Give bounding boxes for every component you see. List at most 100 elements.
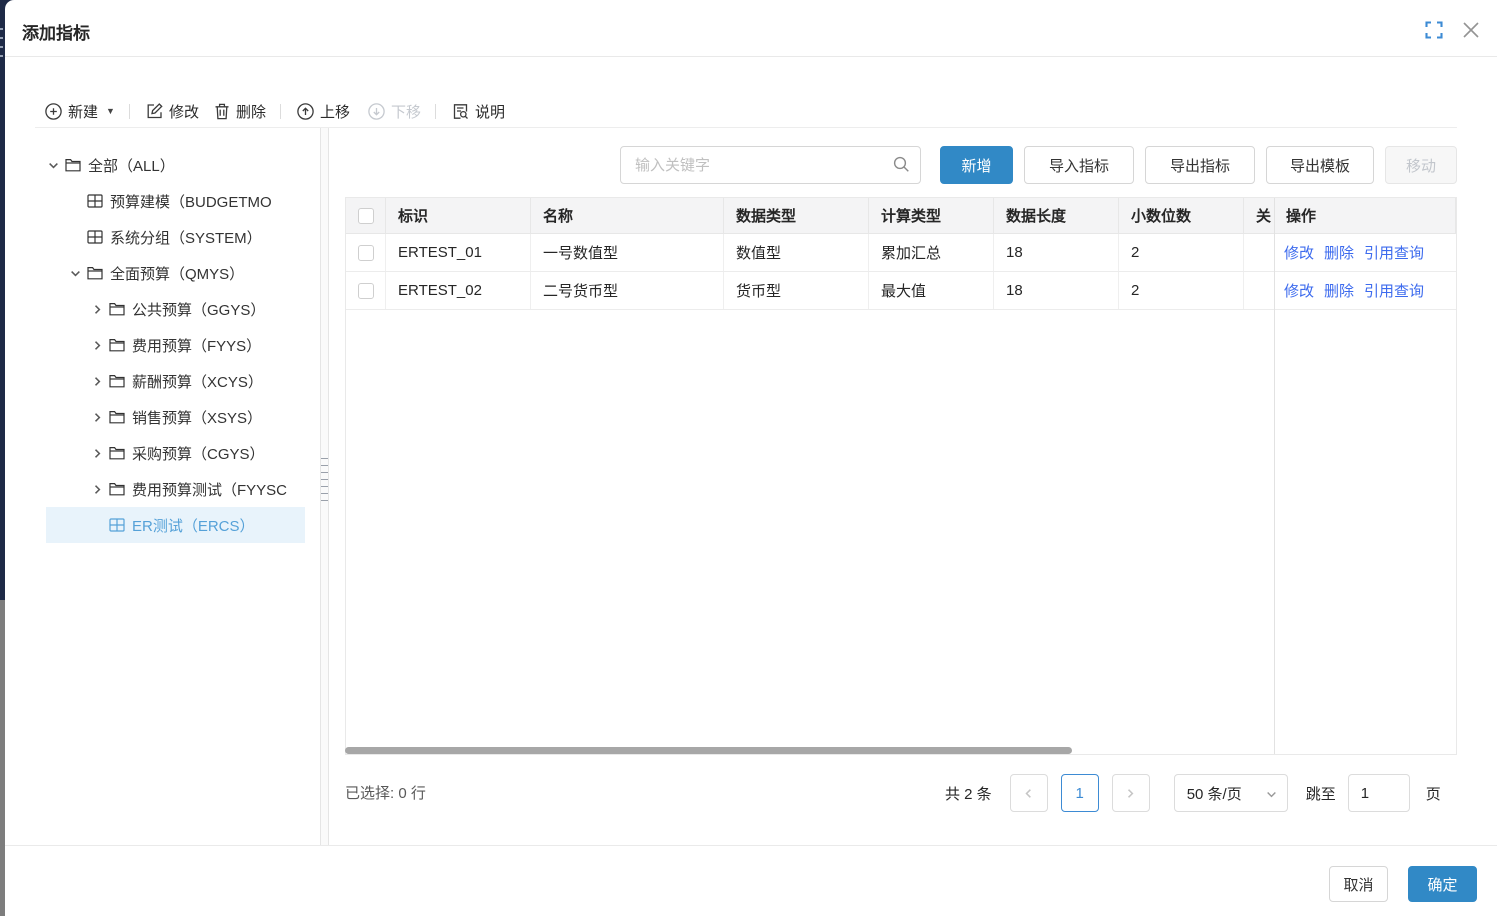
backdrop-menu-line [0, 55, 3, 57]
folder-icon [109, 374, 127, 388]
pagination: 共 2 条 1 50 条/页 跳至 页 [945, 774, 1441, 812]
modify-link[interactable]: 修改 [1284, 280, 1314, 301]
tree-item-label: 薪酬预算（XCYS） [132, 371, 263, 392]
tree-item-xcys[interactable]: 薪酬预算（XCYS） [35, 363, 319, 399]
tree-item-budgetmodel[interactable]: 预算建模（BUDGETMO [35, 183, 319, 219]
jump-to-page-input[interactable] [1348, 774, 1410, 812]
horizontal-scrollbar[interactable] [345, 747, 1072, 754]
backdrop-menu-line [0, 37, 3, 39]
resizer-grip-icon [321, 458, 328, 501]
modify-button[interactable]: 修改 [146, 101, 199, 122]
table-row[interactable]: ERTEST_02 二号货币型 货币型 最大值 18 2 修改 删除 引用查询 [346, 272, 1456, 310]
cell-calc-type: 最大值 [869, 272, 994, 309]
doc-search-icon [452, 103, 469, 120]
tree-item-label: 采购预算（CGYS） [132, 443, 265, 464]
table-row[interactable]: ERTEST_01 一号数值型 数值型 累加汇总 18 2 修改 删除 引用查询 [346, 234, 1456, 272]
page-size-select[interactable]: 50 条/页 [1174, 774, 1288, 812]
jump-to-label: 跳至 [1306, 783, 1336, 804]
col-header-assoc-clipped: 关 [1244, 198, 1274, 234]
tree-item-label: 费用预算（FYYS） [132, 335, 261, 356]
tree-item-label: ER测试（ERCS） [132, 515, 255, 536]
cell-data-type: 货币型 [724, 272, 869, 309]
grid-icon [87, 194, 105, 208]
search-input[interactable] [620, 146, 921, 184]
chevron-down-icon: ▼ [106, 106, 115, 116]
tree-item-ggys[interactable]: 公共预算（GGYS） [35, 291, 319, 327]
new-button[interactable]: 新建 ▼ [45, 101, 115, 122]
cell-decimals: 2 [1119, 234, 1244, 271]
cell-name: 二号货币型 [531, 272, 724, 309]
chevron-right-icon[interactable] [92, 304, 109, 315]
tree-item-all[interactable]: 全部（ALL） [35, 147, 319, 183]
col-header-calc-type: 计算类型 [869, 198, 994, 234]
chevron-right-icon[interactable] [92, 376, 109, 387]
import-indicator-button[interactable]: 导入指标 [1024, 146, 1134, 184]
chevron-down-icon[interactable] [70, 268, 87, 279]
folder-icon [109, 338, 127, 352]
pane-resizer[interactable] [320, 128, 329, 845]
cancel-button[interactable]: 取消 [1329, 866, 1388, 902]
move-down-button[interactable]: 下移 [368, 101, 421, 122]
chevron-right-icon[interactable] [92, 340, 109, 351]
fixed-column-divider [1274, 198, 1275, 754]
add-button[interactable]: 新增 [940, 146, 1013, 184]
tree-item-label: 销售预算（XSYS） [132, 407, 262, 428]
move-up-button[interactable]: 上移 [297, 101, 350, 122]
export-indicator-button[interactable]: 导出指标 [1145, 146, 1255, 184]
confirm-button[interactable]: 确定 [1408, 866, 1477, 902]
next-page-button[interactable] [1112, 774, 1150, 812]
group-tree: 全部（ALL） 预算建模（BUDGETMO 系统分组（SYSTEM） 全面预算（… [35, 147, 319, 543]
fullscreen-icon[interactable] [1424, 20, 1444, 40]
tree-item-fyysc[interactable]: 费用预算测试（FYYSC [35, 471, 319, 507]
toolbar-separator [435, 104, 436, 119]
delete-button[interactable]: 删除 [214, 101, 266, 122]
col-header-ops: 操作 [1274, 198, 1456, 234]
circle-arrow-down-icon [368, 103, 385, 120]
delete-link[interactable]: 删除 [1324, 242, 1354, 263]
chevron-down-icon [1266, 789, 1277, 800]
indicator-table: 标识 名称 数据类型 计算类型 数据长度 小数位数 关 操作 ERTEST_01… [345, 197, 1457, 755]
toolbar-separator [280, 104, 281, 119]
page-1-button[interactable]: 1 [1061, 774, 1099, 812]
chevron-right-icon[interactable] [92, 484, 109, 495]
tree-item-fyys[interactable]: 费用预算（FYYS） [35, 327, 319, 363]
move-up-button-label: 上移 [320, 101, 350, 122]
modify-button-label: 修改 [169, 101, 199, 122]
ref-query-link[interactable]: 引用查询 [1364, 280, 1424, 301]
col-header-name: 名称 [531, 198, 724, 234]
folder-icon [65, 158, 83, 172]
cell-calc-type: 累加汇总 [869, 234, 994, 271]
tree-item-label: 系统分组（SYSTEM） [110, 227, 262, 248]
tree-item-ercs-selected[interactable]: ER测试（ERCS） [46, 507, 305, 543]
ref-query-link[interactable]: 引用查询 [1364, 242, 1424, 263]
row-checkbox[interactable] [358, 283, 374, 299]
tree-item-system[interactable]: 系统分组（SYSTEM） [35, 219, 319, 255]
header-divider [5, 56, 1497, 57]
tree-item-cgys[interactable]: 采购预算（CGYS） [35, 435, 319, 471]
help-button[interactable]: 说明 [452, 101, 505, 122]
page-unit-label: 页 [1426, 783, 1441, 804]
backdrop-left-strip-lower [0, 600, 5, 916]
tree-item-qmys[interactable]: 全面预算（QMYS） [35, 255, 319, 291]
tree-item-xsys[interactable]: 销售预算（XSYS） [35, 399, 319, 435]
select-all-checkbox[interactable] [358, 208, 374, 224]
row-checkbox[interactable] [358, 245, 374, 261]
prev-page-button[interactable] [1010, 774, 1048, 812]
export-template-button[interactable]: 导出模板 [1266, 146, 1374, 184]
folder-icon [109, 482, 127, 496]
col-header-data-type: 数据类型 [724, 198, 869, 234]
grid-icon [109, 518, 127, 532]
chevron-right-icon[interactable] [92, 412, 109, 423]
move-button[interactable]: 移动 [1385, 146, 1457, 184]
cell-data-type: 数值型 [724, 234, 869, 271]
chevron-down-icon[interactable] [48, 160, 65, 171]
toolbar-separator [129, 104, 130, 119]
chevron-right-icon[interactable] [92, 448, 109, 459]
search-icon [893, 156, 910, 173]
backdrop-menu-line [0, 28, 3, 30]
tree-item-label: 费用预算测试（FYYSC [132, 479, 287, 500]
delete-link[interactable]: 删除 [1324, 280, 1354, 301]
close-icon[interactable] [1460, 19, 1482, 41]
cell-length: 18 [994, 234, 1119, 271]
modify-link[interactable]: 修改 [1284, 242, 1314, 263]
